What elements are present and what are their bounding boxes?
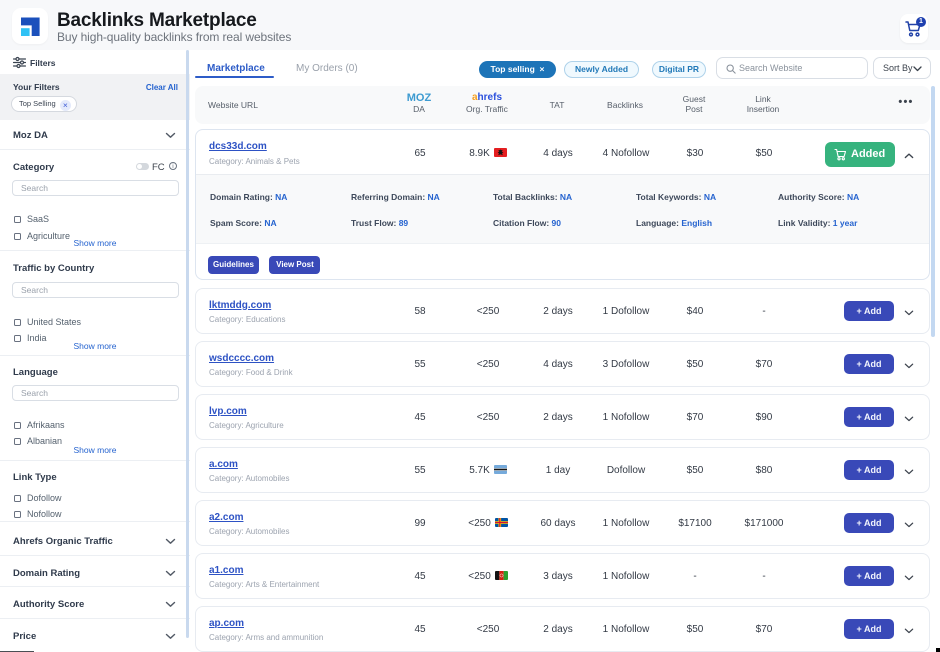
svg-text:MOZ: MOZ <box>407 92 432 102</box>
